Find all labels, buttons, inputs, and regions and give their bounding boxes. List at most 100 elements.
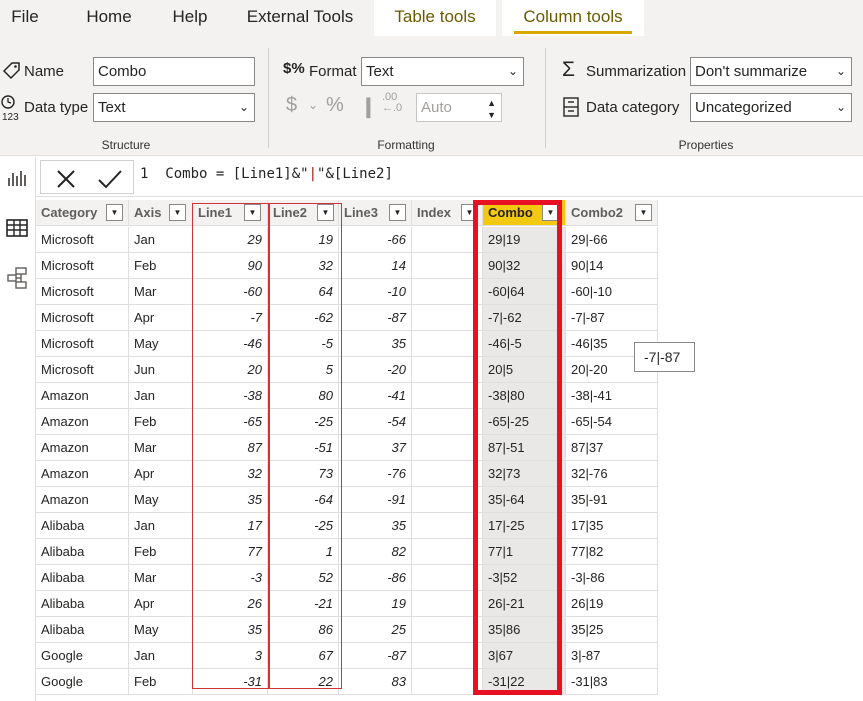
name-input[interactable]: Combo [93,57,255,86]
formula-text[interactable]: 1 Combo = [Line1]&"|"&[Line2] [140,166,393,182]
table-cell[interactable]: Microsoft [36,279,129,305]
format-select[interactable]: Text ⌄ [361,57,524,86]
spinner-icon[interactable]: ▲ ▼ [487,97,496,121]
table-cell[interactable]: Amazon [36,487,129,513]
table-cell[interactable]: Apr [129,591,193,617]
table-cell[interactable]: 35 [339,331,412,357]
table-cell[interactable]: -76 [339,461,412,487]
table-cell[interactable]: Jan [129,513,193,539]
column-header-axis[interactable]: Axis ▼ [129,200,193,226]
table-cell[interactable]: 77|82 [566,539,658,565]
table-cell[interactable]: Feb [129,669,193,695]
decimal-places-input[interactable]: Auto ▲ ▼ [416,93,502,122]
column-header-line3[interactable]: Line3 ▼ [339,200,412,226]
filter-dropdown-icon[interactable]: ▼ [389,204,406,221]
checkmark-icon[interactable] [97,168,123,190]
table-cell[interactable]: Apr [129,305,193,331]
table-cell[interactable]: Amazon [36,435,129,461]
filter-dropdown-icon[interactable]: ▼ [106,204,123,221]
table-cell[interactable]: -60|-10 [566,279,658,305]
table-cell[interactable]: Microsoft [36,227,129,253]
table-cell[interactable]: Feb [129,409,193,435]
report-view-icon[interactable] [4,165,30,191]
table-cell[interactable]: Alibaba [36,513,129,539]
table-cell[interactable]: -7|-87 [566,305,658,331]
table-cell[interactable]: 83 [339,669,412,695]
table-cell[interactable]: May [129,487,193,513]
table-cell[interactable]: Alibaba [36,565,129,591]
currency-icon[interactable]: $ [286,94,297,117]
menu-external-tools[interactable]: External Tools [238,0,362,36]
table-cell[interactable]: 17|35 [566,513,658,539]
filter-dropdown-icon[interactable]: ▼ [169,204,186,221]
table-cell[interactable]: Alibaba [36,617,129,643]
table-cell[interactable]: -54 [339,409,412,435]
tab-table-tools[interactable]: Table tools [374,0,496,36]
table-cell[interactable]: Feb [129,253,193,279]
table-cell[interactable]: 87|37 [566,435,658,461]
table-cell[interactable]: 3|-87 [566,643,658,669]
model-view-icon[interactable] [4,265,30,291]
table-cell[interactable]: -86 [339,565,412,591]
table-cell[interactable]: Amazon [36,383,129,409]
filter-dropdown-icon[interactable]: ▼ [635,204,652,221]
chevron-down-icon[interactable]: ⌄ [308,98,318,112]
table-cell[interactable]: Alibaba [36,591,129,617]
table-cell[interactable]: -87 [339,643,412,669]
table-cell[interactable]: Jan [129,227,193,253]
table-cell[interactable]: Microsoft [36,253,129,279]
table-cell[interactable]: -87 [339,305,412,331]
table-cell[interactable]: May [129,331,193,357]
decimal-icon[interactable]: .00 ←.0 [382,92,402,114]
table-cell[interactable]: Google [36,669,129,695]
comma-icon[interactable]: ❙ [360,94,377,119]
menu-file[interactable]: File [0,0,50,36]
table-cell[interactable]: 35|25 [566,617,658,643]
table-cell[interactable]: Mar [129,565,193,591]
data-view-icon[interactable] [4,215,30,241]
table-cell[interactable]: Mar [129,435,193,461]
table-cell[interactable]: -31|83 [566,669,658,695]
table-cell[interactable]: 82 [339,539,412,565]
table-cell[interactable]: Amazon [36,461,129,487]
table-cell[interactable]: 37 [339,435,412,461]
summarization-select[interactable]: Don't summarize ⌄ [690,57,852,86]
table-cell[interactable]: -3|-86 [566,565,658,591]
table-cell[interactable]: 26|19 [566,591,658,617]
table-cell[interactable]: Amazon [36,409,129,435]
table-cell[interactable]: Jan [129,383,193,409]
tab-column-tools[interactable]: Column tools [502,0,644,36]
table-cell[interactable]: Microsoft [36,331,129,357]
column-header-category[interactable]: Category ▼ [36,200,129,226]
table-cell[interactable]: -41 [339,383,412,409]
table-cell[interactable]: 32|-76 [566,461,658,487]
column-header-combo2[interactable]: Combo2 ▼ [566,200,658,226]
table-cell[interactable]: Feb [129,539,193,565]
table-cell[interactable]: 25 [339,617,412,643]
menu-help[interactable]: Help [160,0,220,36]
table-cell[interactable]: Google [36,643,129,669]
table-cell[interactable]: Alibaba [36,539,129,565]
data-category-select[interactable]: Uncategorized ⌄ [690,93,852,122]
table-cell[interactable]: May [129,617,193,643]
table-cell[interactable]: -65|-54 [566,409,658,435]
table-cell[interactable]: Jun [129,357,193,383]
table-cell[interactable]: Apr [129,461,193,487]
table-cell[interactable]: -38|-41 [566,383,658,409]
table-cell[interactable]: 29|-66 [566,227,658,253]
percent-icon[interactable]: % [326,94,344,117]
table-cell[interactable]: 35|-91 [566,487,658,513]
table-cell[interactable]: Microsoft [36,357,129,383]
menu-home[interactable]: Home [72,0,146,36]
close-icon[interactable] [55,168,77,190]
datatype-select[interactable]: Text ⌄ [93,93,255,122]
table-cell[interactable]: Microsoft [36,305,129,331]
table-cell[interactable]: 14 [339,253,412,279]
table-cell[interactable]: -10 [339,279,412,305]
table-cell[interactable]: -66 [339,227,412,253]
table-cell[interactable]: 90|14 [566,253,658,279]
table-cell[interactable]: -20 [339,357,412,383]
table-cell[interactable]: Mar [129,279,193,305]
table-cell[interactable]: 35 [339,513,412,539]
table-cell[interactable]: 19 [339,591,412,617]
